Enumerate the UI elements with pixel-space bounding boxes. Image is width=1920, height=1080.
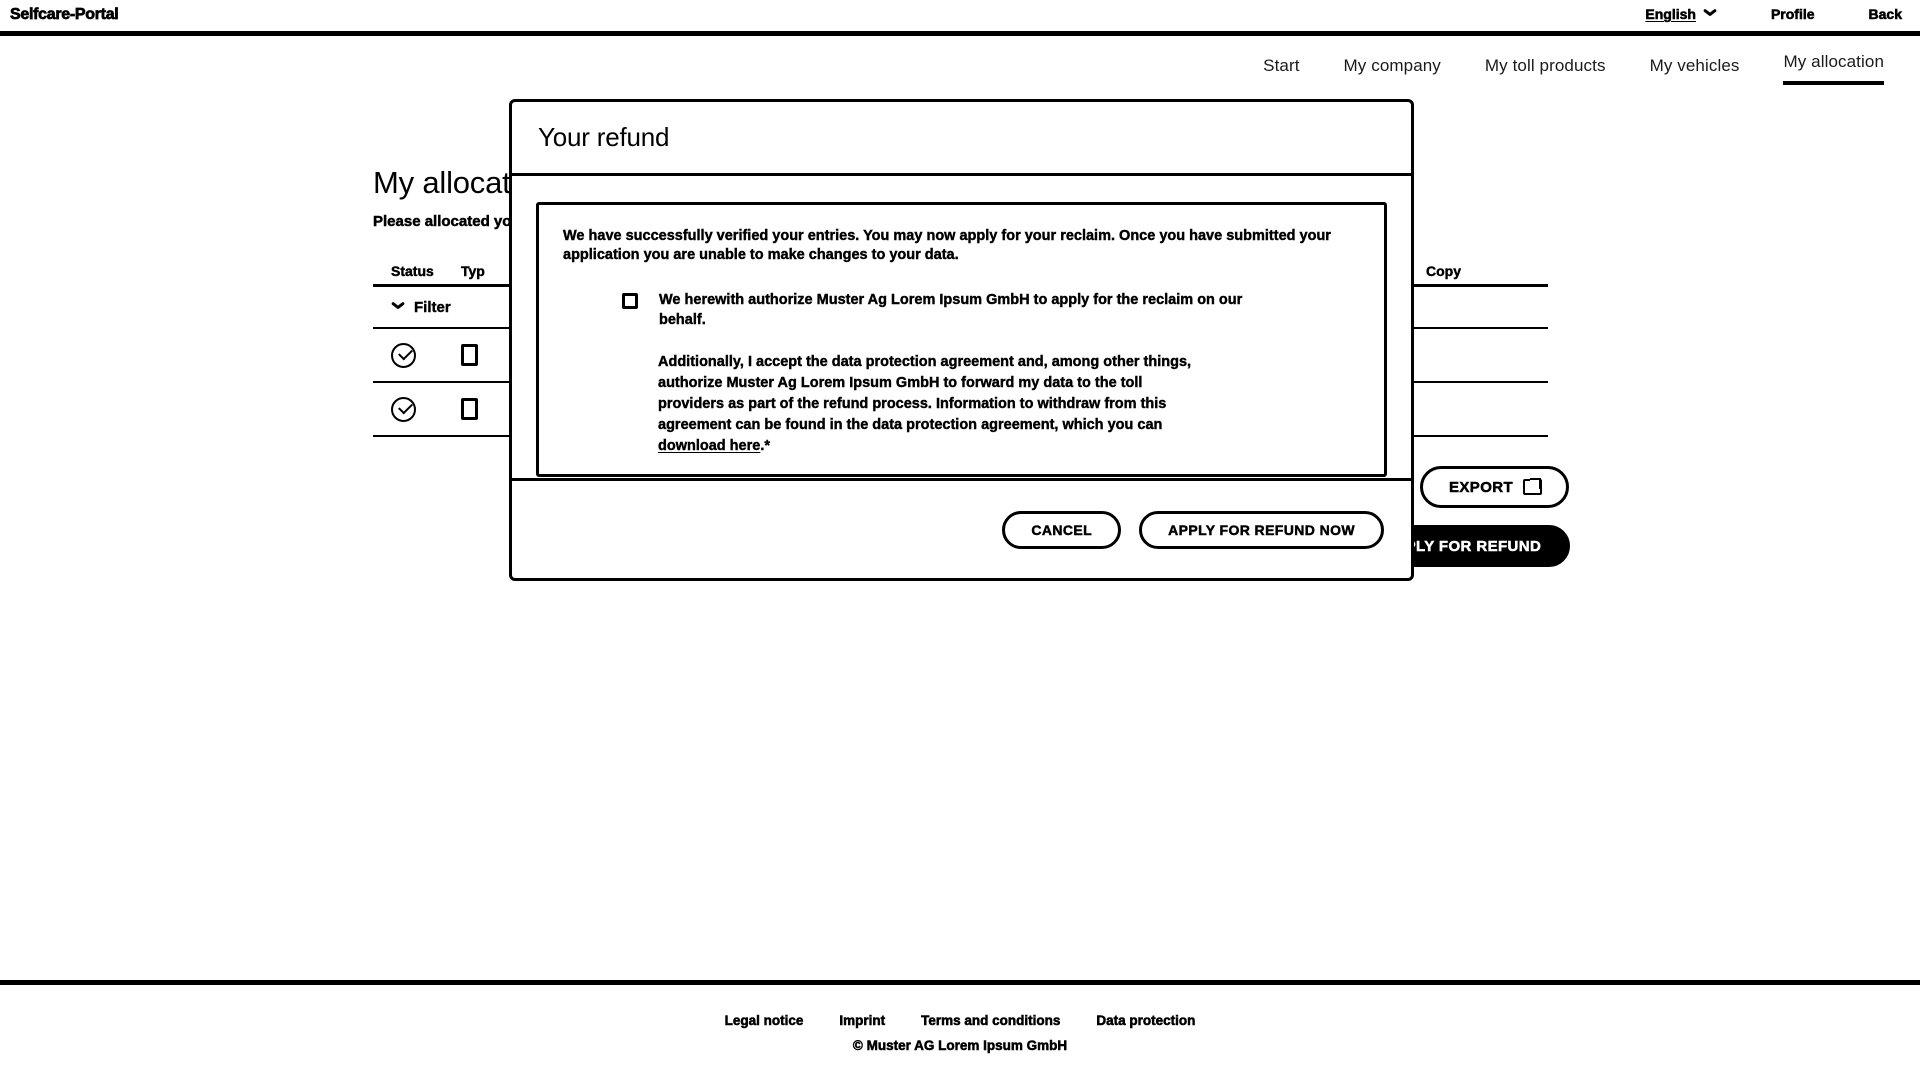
nav-item-my-toll-products[interactable]: My toll products [1485, 56, 1606, 85]
filter-toggle[interactable]: Filter [391, 298, 451, 316]
page-footer: Legal notice Imprint Terms and condition… [0, 980, 1920, 1080]
export-button[interactable]: EXPORT [1420, 466, 1570, 508]
top-bar: Selfcare-Portal English Profile Back [0, 0, 1920, 36]
language-label: English [1645, 6, 1696, 23]
profile-label: Profile [1770, 6, 1815, 23]
nav-item-my-vehicles[interactable]: My vehicles [1650, 56, 1740, 85]
check-circle-icon [391, 396, 416, 422]
nav-item-start[interactable]: Start [1263, 56, 1299, 85]
authorization-checkbox[interactable] [622, 293, 638, 310]
your-refund-dialog: Your refund We have successfully verifie… [509, 99, 1414, 581]
authorization-checkbox-row[interactable]: We herewith authorize Muster Ag Lorem Ip… [563, 291, 1360, 330]
dialog-footer: CANCEL APPLY FOR REFUND NOW [512, 478, 1411, 578]
apply-for-refund-now-button[interactable]: APPLY FOR REFUND NOW [1139, 510, 1384, 549]
cell-status [373, 342, 461, 368]
download-here-link[interactable]: download here [658, 437, 761, 453]
footer-links: Legal notice Imprint Terms and condition… [724, 1012, 1196, 1028]
document-icon [461, 398, 478, 420]
dialog-header: Your refund [512, 102, 1411, 176]
chevron-down-icon [1703, 10, 1717, 18]
footer-link-terms-and-conditions[interactable]: Terms and conditions [921, 1012, 1061, 1028]
data-protection-text: Additionally, I accept the data protecti… [563, 352, 1203, 456]
cancel-button[interactable]: CANCEL [1002, 510, 1122, 549]
footer-link-legal-notice[interactable]: Legal notice [724, 1012, 803, 1028]
filter-label: Filter [414, 298, 451, 316]
data-protection-text-before: Additionally, I accept the data protecti… [658, 354, 1192, 433]
top-bar-actions: English Profile Back [1645, 6, 1902, 23]
cancel-button-label: CANCEL [1031, 521, 1093, 538]
footer-link-imprint[interactable]: Imprint [839, 1012, 885, 1028]
external-link-icon [1523, 479, 1543, 495]
consent-panel: We have successfully verified your entri… [536, 202, 1387, 477]
dialog-body: We have successfully verified your entri… [512, 176, 1411, 478]
profile-link[interactable]: Profile [1770, 6, 1815, 23]
app-logo[interactable]: Selfcare-Portal [10, 6, 119, 24]
column-header-status[interactable]: Status [373, 263, 461, 284]
nav-item-my-company[interactable]: My company [1344, 56, 1441, 85]
chevron-down-icon [391, 303, 405, 311]
cell-status [373, 396, 461, 422]
back-label: Back [1868, 6, 1902, 23]
apply-for-refund-now-button-label: APPLY FOR REFUND NOW [1168, 521, 1355, 538]
main-navigation: Start My company My toll products My veh… [1263, 52, 1884, 85]
document-icon [461, 344, 478, 366]
app-root: Selfcare-Portal English Profile Back Sta… [0, 0, 1920, 1080]
footer-copyright: © Muster AG Lorem Ipsum GmbH [852, 1037, 1068, 1053]
authorization-checkbox-label: We herewith authorize Muster Ag Lorem Ip… [659, 292, 1243, 328]
check-circle-icon [391, 342, 416, 368]
back-link[interactable]: Back [1868, 6, 1902, 23]
export-button-label: EXPORT [1449, 478, 1514, 496]
dialog-title: Your refund [538, 122, 670, 152]
language-selector[interactable]: English [1645, 6, 1717, 23]
footer-link-data-protection[interactable]: Data protection [1096, 1012, 1196, 1028]
data-protection-text-after: .* [760, 437, 770, 454]
nav-item-my-allocation[interactable]: My allocation [1783, 52, 1884, 85]
intro-text: We have successfully verified your entri… [563, 228, 1331, 264]
